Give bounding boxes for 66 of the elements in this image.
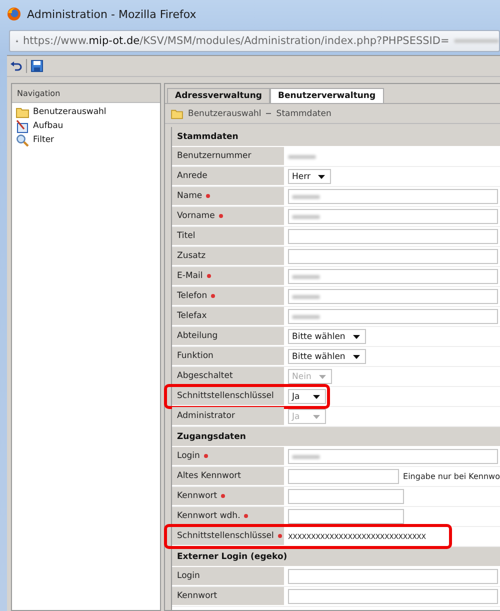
- text-field[interactable]: [288, 289, 498, 304]
- field-label: Titel: [177, 231, 196, 241]
- dropdown[interactable]: Herr: [288, 169, 332, 184]
- dropdown[interactable]: Bitte wählen: [288, 349, 366, 364]
- nav-item[interactable]: Aufbau: [33, 121, 64, 131]
- text-field[interactable]: [288, 589, 498, 604]
- field-label: Zusatz: [177, 251, 206, 261]
- field-label: Telefax: [177, 311, 207, 321]
- field-label: Funktion: [177, 351, 214, 361]
- tab[interactable]: Benutzerverwaltung: [270, 88, 384, 103]
- caret-icon: [353, 354, 360, 358]
- caret-icon: [313, 414, 320, 418]
- browser-logo-icon: [7, 7, 21, 21]
- text-field[interactable]: [288, 569, 498, 584]
- password-field[interactable]: [288, 489, 404, 504]
- save-icon[interactable]: [31, 60, 43, 72]
- address-bar[interactable]: https://www.mip-ot.de/KSV/MSM/modules/Administration/index.php?PHPSESSID=: [9, 30, 500, 52]
- field-label: Administrator: [177, 411, 235, 421]
- nav-item[interactable]: Benutzerauswahl: [33, 107, 106, 117]
- password-field[interactable]: [288, 469, 400, 484]
- tab[interactable]: Adressverwaltung: [167, 88, 270, 103]
- nav-item[interactable]: Filter: [33, 135, 54, 145]
- search-icon: [16, 134, 29, 146]
- section-title: Externer Login (egeko): [177, 552, 288, 562]
- field-label: Anrede: [177, 171, 208, 181]
- field-label: Schnittstellenschlüssel: [177, 391, 274, 401]
- field-label: E-Mail: [177, 271, 203, 281]
- breadcrumb-separator-icon: [266, 113, 272, 114]
- field-label: Kennwort: [177, 591, 218, 601]
- field-label: Kennwort wdh.: [177, 511, 240, 521]
- field-label: Login: [177, 571, 200, 581]
- field-label: Benutzernummer: [177, 151, 252, 161]
- field-label: Abteilung: [177, 331, 218, 341]
- caret-icon: [313, 394, 320, 398]
- text-field[interactable]: [288, 229, 498, 244]
- window-pencil-icon: [16, 120, 29, 132]
- window-title: Administration - Mozilla Firefox: [27, 8, 196, 20]
- field-label: Kennwort: [177, 491, 218, 501]
- breadcrumb-item[interactable]: Benutzerauswahl: [188, 108, 262, 118]
- section-title: Stammdaten: [177, 132, 238, 142]
- text-field[interactable]: [288, 309, 498, 324]
- folder-icon: [16, 106, 29, 118]
- password-field[interactable]: [288, 509, 404, 524]
- dropdown[interactable]: Ja: [288, 389, 326, 404]
- folder-icon: [171, 108, 183, 118]
- text-field[interactable]: [288, 249, 498, 264]
- text-field[interactable]: [288, 189, 498, 204]
- breadcrumb-item[interactable]: Stammdaten: [276, 108, 332, 118]
- field-label: Telefon: [177, 291, 208, 301]
- dropdown[interactable]: Bitte wählen: [288, 329, 366, 344]
- section-title: Zugangsdaten: [177, 432, 246, 442]
- panel-header: Navigation: [12, 84, 160, 103]
- field-label: Login: [177, 451, 200, 461]
- field-label: Vorname: [177, 211, 215, 221]
- caret-icon: [353, 334, 360, 338]
- text-field[interactable]: [288, 449, 498, 464]
- field-label: Altes Kennwort: [177, 471, 242, 481]
- field-hint: Eingabe nur bei Kennwo: [403, 472, 500, 481]
- field-label: Abgeschaltet: [177, 371, 233, 381]
- field-label: Name: [177, 191, 202, 201]
- text-field[interactable]: [288, 209, 498, 224]
- text-field[interactable]: [288, 269, 498, 284]
- undo-icon[interactable]: [10, 60, 22, 72]
- caret-icon: [319, 374, 326, 378]
- caret-icon: [318, 174, 326, 178]
- field-label: Schnittstellenschlüssel: [177, 531, 274, 541]
